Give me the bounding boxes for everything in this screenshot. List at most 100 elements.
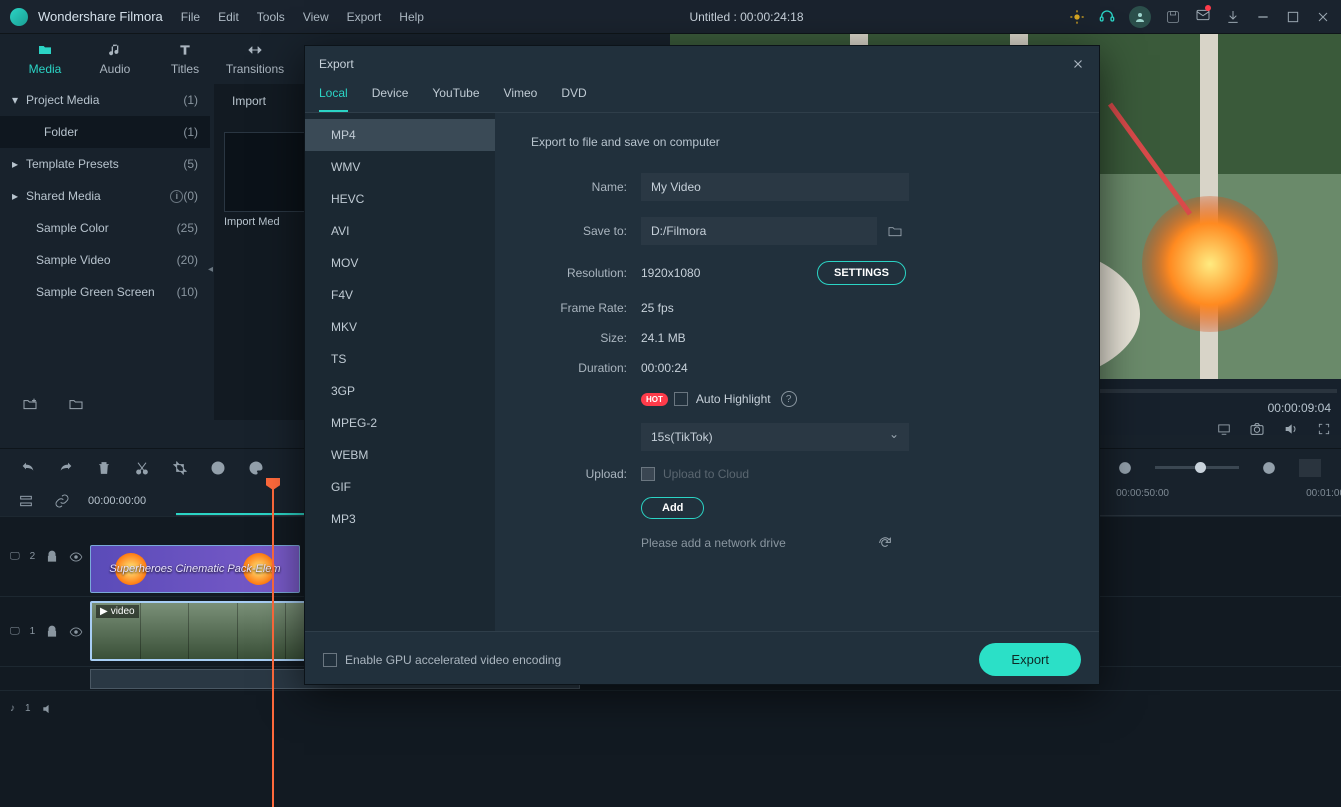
speed-icon[interactable] [210,460,226,476]
track-manage-icon[interactable] [18,493,34,509]
tree-project-media[interactable]: ▾Project Media(1) [0,84,210,116]
zoom-out-icon[interactable] [1117,460,1133,476]
refresh-icon[interactable] [877,535,893,551]
tree-shared-media[interactable]: ▸Shared Mediai(0) [0,180,210,212]
upload-label: Upload to Cloud [663,467,749,481]
app-title: Wondershare Filmora [38,9,163,24]
name-input[interactable] [641,173,909,201]
dlg-tab-dvd[interactable]: DVD [561,86,586,112]
tree-sample-video[interactable]: Sample Video(20) [0,244,210,276]
menu-help[interactable]: Help [399,10,424,24]
menu-export[interactable]: Export [347,10,382,24]
fmt-mpeg2[interactable]: MPEG-2 [305,407,495,439]
upload-checkbox[interactable] [641,467,655,481]
menu-file[interactable]: File [181,10,200,24]
menu-tools[interactable]: Tools [257,10,285,24]
fmt-3gp[interactable]: 3GP [305,375,495,407]
fmt-gif[interactable]: GIF [305,471,495,503]
dialog-title: Export [319,57,354,71]
save-icon[interactable] [1165,9,1181,25]
dlg-tab-local[interactable]: Local [319,86,348,112]
dlg-tab-vimeo[interactable]: Vimeo [504,86,538,112]
track-audio-1[interactable]: ♪1 [0,690,1341,726]
add-button[interactable]: Add [641,497,704,519]
cut-icon[interactable] [134,460,150,476]
tree-folder[interactable]: Folder(1) [0,116,210,148]
folder-icon[interactable] [68,396,84,412]
download-icon[interactable] [1225,9,1241,25]
import-button[interactable]: Import [232,94,266,108]
menu-view[interactable]: View [303,10,329,24]
app-logo-icon [10,8,28,26]
info-icon[interactable]: i [170,190,183,203]
drive-hint: Please add a network drive [641,536,877,550]
tab-media[interactable]: Media [10,42,80,76]
tab-transitions[interactable]: Transitions [220,42,290,76]
zoom-slider[interactable] [1155,466,1239,469]
export-button[interactable]: Export [979,643,1081,676]
dialog-close-icon[interactable] [1071,57,1085,71]
tree-sample-color[interactable]: Sample Color(25) [0,212,210,244]
settings-button[interactable]: SETTINGS [817,261,906,285]
crop-icon[interactable] [172,460,188,476]
tree-sample-green[interactable]: Sample Green Screen(10) [0,276,210,308]
tree-template-presets[interactable]: ▸Template Presets(5) [0,148,210,180]
project-tree: ▾Project Media(1) Folder(1) ▸Template Pr… [0,84,210,420]
browse-folder-icon[interactable] [887,223,903,239]
fmt-mp3[interactable]: MP3 [305,503,495,535]
resolution-value: 1920x1080 [641,266,817,280]
fps-value: 25 fps [641,301,674,315]
fmt-mkv[interactable]: MKV [305,311,495,343]
doc-title: Untitled : 00:00:24:18 [424,10,1069,24]
duration-value: 00:00:24 [641,361,688,375]
fmt-wmv[interactable]: WMV [305,151,495,183]
saveto-input[interactable] [641,217,877,245]
fmt-avi[interactable]: AVI [305,215,495,247]
new-folder-icon[interactable] [22,396,38,412]
close-icon[interactable] [1315,9,1331,25]
link-icon[interactable] [54,493,70,509]
redo-icon[interactable] [58,460,74,476]
account-icon[interactable] [1129,6,1151,28]
size-value: 24.1 MB [641,331,686,345]
fmt-ts[interactable]: TS [305,343,495,375]
autohighlight-label: Auto Highlight [696,392,771,406]
display-icon[interactable] [1217,422,1231,436]
export-hint: Export to file and save on computer [531,135,1081,149]
dlg-tab-youtube[interactable]: YouTube [432,86,479,112]
hot-badge: HOT [641,393,668,406]
support-icon[interactable] [1099,9,1115,25]
snapshot-icon[interactable] [1249,421,1265,437]
volume-icon[interactable] [1283,421,1299,437]
tab-audio[interactable]: Audio [80,42,150,76]
export-dialog: Export Local Device YouTube Vimeo DVD MP… [304,45,1100,685]
preset-select[interactable]: 15s(TikTok) [641,423,909,451]
delete-icon[interactable] [96,460,112,476]
message-icon[interactable] [1195,7,1211,23]
tips-icon[interactable] [1069,9,1085,25]
autohighlight-checkbox[interactable] [674,392,688,406]
zoom-in-icon[interactable] [1261,460,1277,476]
playhead[interactable] [272,478,274,807]
fmt-webm[interactable]: WEBM [305,439,495,471]
fmt-mp4[interactable]: MP4 [305,119,495,151]
fmt-hevc[interactable]: HEVC [305,183,495,215]
collapse-left-icon[interactable]: ◂ [208,264,213,275]
zoom-fit-icon[interactable] [1299,459,1321,477]
tab-titles[interactable]: Titles [150,42,220,76]
main-menu: File Edit Tools View Export Help [181,10,424,24]
maximize-icon[interactable] [1285,9,1301,25]
fullscreen-icon[interactable] [1317,422,1331,436]
clip-effect[interactable]: Superheroes Cinematic Pack-Elem [90,545,300,593]
fmt-mov[interactable]: MOV [305,247,495,279]
minimize-icon[interactable] [1255,9,1271,25]
dlg-tab-device[interactable]: Device [372,86,409,112]
title-bar: Wondershare Filmora File Edit Tools View… [0,0,1341,34]
help-icon[interactable]: ? [781,391,797,407]
fmt-f4v[interactable]: F4V [305,279,495,311]
undo-icon[interactable] [20,460,36,476]
menu-edit[interactable]: Edit [218,10,239,24]
ruler-timecode: 00:00:00:00 [88,495,146,507]
color-icon[interactable] [248,460,264,476]
gpu-checkbox[interactable]: Enable GPU accelerated video encoding [323,653,561,667]
